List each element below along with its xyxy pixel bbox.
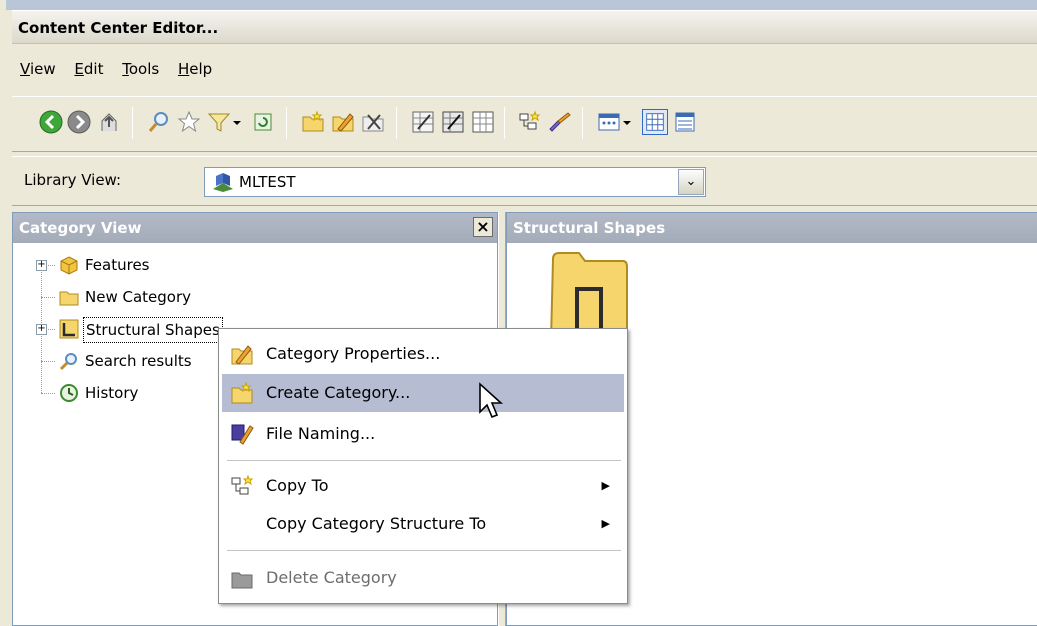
file-naming-icon (231, 424, 254, 445)
category-properties-icon[interactable] (330, 109, 356, 135)
menu-tools[interactable]: Tools (122, 60, 159, 78)
menu-item-label: File Naming... (266, 424, 376, 443)
menu-help[interactable]: Help (178, 60, 212, 78)
detail-view-icon[interactable] (642, 109, 668, 135)
copy-to-icon (231, 474, 254, 495)
menu-item-copy-category-structure-to[interactable]: Copy Category Structure To ▶ (222, 505, 624, 543)
history-icon (60, 384, 78, 402)
edit-table-icon[interactable] (410, 109, 436, 135)
window-title: Content Center Editor... (12, 10, 1037, 44)
menu-item-label: Copy To (266, 476, 329, 495)
mouse-cursor-icon (479, 382, 504, 419)
menu-separator (227, 460, 621, 461)
view-options-icon[interactable] (596, 109, 622, 135)
category-view-header: Category View × (13, 213, 497, 243)
structural-shapes-header: Structural Shapes (507, 213, 1037, 243)
menu-bar: View Edit Tools Help (12, 50, 1037, 88)
menu-item-label: Copy Category Structure To (266, 514, 487, 533)
tree-line (41, 393, 55, 394)
toolbar-separator (396, 107, 397, 139)
menu-item-create-category[interactable]: Create Category... (222, 374, 624, 412)
tree-item-label: Search results (85, 352, 192, 370)
tree-item-label: History (85, 384, 139, 402)
menu-item-label: Create Category... (266, 383, 411, 402)
search-icon (59, 353, 77, 371)
copy-to-icon[interactable] (516, 109, 542, 135)
category-view-title: Category View (19, 219, 142, 237)
menu-item-file-naming[interactable]: File Naming... (222, 415, 624, 453)
tree-line (41, 361, 55, 362)
menu-item-category-properties[interactable]: Category Properties... (222, 335, 624, 373)
table-view-icon[interactable] (470, 109, 496, 135)
window-top-edge (6, 0, 1037, 10)
tree-expander[interactable]: + (36, 260, 47, 271)
new-category-icon[interactable] (300, 109, 326, 135)
filter-dropdown-icon[interactable] (230, 109, 244, 135)
toolbar-separator (286, 107, 287, 139)
edit-table-2-icon[interactable] (440, 109, 466, 135)
filter-icon[interactable] (206, 109, 232, 135)
search-icon[interactable] (146, 109, 172, 135)
menu-item-label: Delete Category (266, 568, 397, 587)
menu-view[interactable]: View (20, 60, 56, 78)
up-folder-icon[interactable] (96, 109, 122, 135)
tree-item-label: Structural Shapes (83, 317, 223, 343)
menu-edit[interactable]: Edit (74, 60, 103, 78)
close-icon[interactable]: × (473, 217, 493, 237)
toolbar-separator (504, 107, 505, 139)
library-view-value: MLTEST (239, 173, 296, 191)
library-icon (213, 173, 233, 192)
folder-icon (59, 291, 79, 306)
submenu-arrow-icon: ▶ (601, 517, 610, 530)
file-naming-icon[interactable] (546, 109, 572, 135)
menu-item-delete-category[interactable]: Delete Category (222, 559, 624, 597)
delete-category-icon (231, 572, 253, 589)
chevron-down-icon[interactable]: ⌄ (678, 169, 704, 195)
menu-item-label: Category Properties... (266, 344, 441, 363)
structural-shape-icon (59, 319, 79, 339)
delete-icon[interactable] (360, 109, 386, 135)
submenu-arrow-icon: ▶ (601, 479, 610, 492)
tree-item-label: Features (85, 256, 150, 274)
toolbar-separator (132, 107, 133, 139)
library-view-dropdown[interactable]: MLTEST ⌄ (204, 167, 706, 197)
tree-line (41, 297, 55, 298)
toolbar-separator (582, 107, 583, 139)
list-view-icon[interactable] (672, 109, 698, 135)
new-category-icon (231, 381, 253, 404)
features-icon (60, 256, 78, 275)
category-properties-icon (231, 345, 253, 365)
context-menu: Category Properties... Create Category..… (218, 328, 628, 604)
menu-separator (227, 550, 621, 551)
view-dropdown-icon[interactable] (620, 109, 634, 135)
favorites-icon[interactable] (176, 109, 202, 135)
menu-item-copy-to[interactable]: Copy To ▶ (222, 467, 624, 505)
toolbar (12, 96, 1037, 152)
refresh-icon[interactable] (250, 109, 276, 135)
library-view-label: Library View: (24, 171, 122, 189)
tree-expander[interactable]: + (36, 324, 47, 335)
library-bar: Library View: MLTEST ⌄ (12, 156, 1037, 206)
forward-icon[interactable] (66, 109, 92, 135)
tree-item-label: New Category (85, 288, 192, 306)
structural-shapes-title: Structural Shapes (513, 219, 666, 237)
back-icon[interactable] (38, 109, 64, 135)
